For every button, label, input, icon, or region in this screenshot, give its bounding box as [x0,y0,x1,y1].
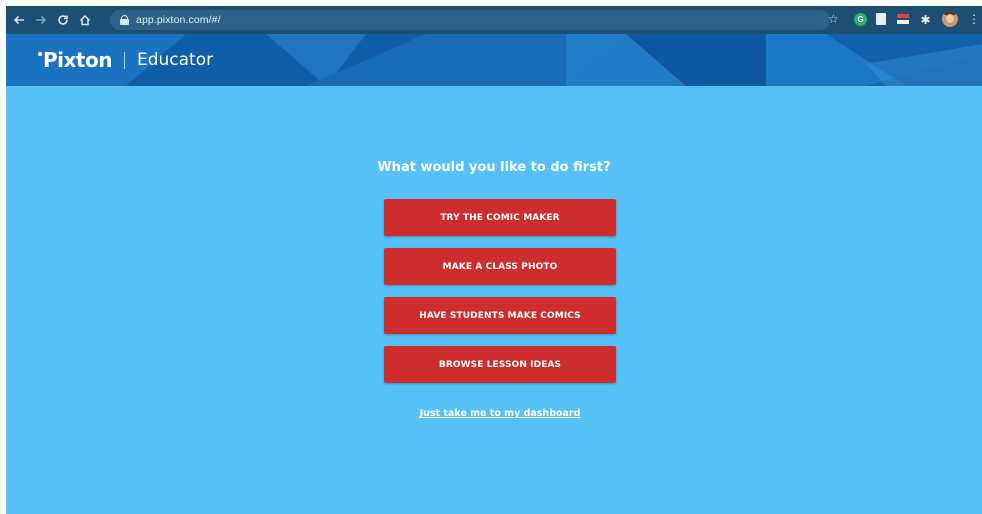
lock-icon [120,15,129,25]
section-label: Educator [136,50,214,70]
home-icon[interactable] [76,11,94,29]
brand[interactable]: Pixton Educator [38,48,213,72]
kebab-menu-icon[interactable]: ⋮ [968,12,980,26]
dashboard-link[interactable]: Just take me to my dashboard [6,408,982,419]
try-comic-maker-button[interactable]: TRY THE COMIC MAKER [384,199,616,236]
url-text: app.pixton.com/#/ [136,14,221,26]
star-icon[interactable]: ☆ [828,12,839,26]
onboarding-prompt: What would you like to do first? [377,160,611,175]
make-class-photo-button[interactable]: MAKE A CLASS PHOTO [384,248,616,285]
brand-divider [123,51,125,69]
back-arrow-icon[interactable] [10,11,28,29]
action-list: TRY THE COMIC MAKER MAKE A CLASS PHOTO H… [384,199,616,395]
reload-icon[interactable] [54,11,72,29]
pixton-logo: Pixton [43,48,112,72]
browse-lesson-ideas-button[interactable]: BROWSE LESSON IDEAS [384,346,616,383]
flag-icon[interactable] [897,13,909,25]
grammarly-icon[interactable]: G [854,13,867,26]
browser-toolbar: app.pixton.com/#/ ☆ G ✱ ⋮ [6,6,982,34]
doc-icon[interactable] [876,13,886,25]
profile-avatar-icon[interactable] [942,11,958,27]
logo-dot-icon [38,52,42,56]
forward-arrow-icon[interactable] [32,11,50,29]
puzzle-icon[interactable]: ✱ [919,13,932,27]
app-header: Pixton Educator [6,34,982,86]
address-bar[interactable]: app.pixton.com/#/ [110,10,830,30]
have-students-make-comics-button[interactable]: HAVE STUDENTS MAKE COMICS [384,297,616,334]
browser-window: app.pixton.com/#/ ☆ G ✱ ⋮ Pixton Educato… [6,6,982,514]
